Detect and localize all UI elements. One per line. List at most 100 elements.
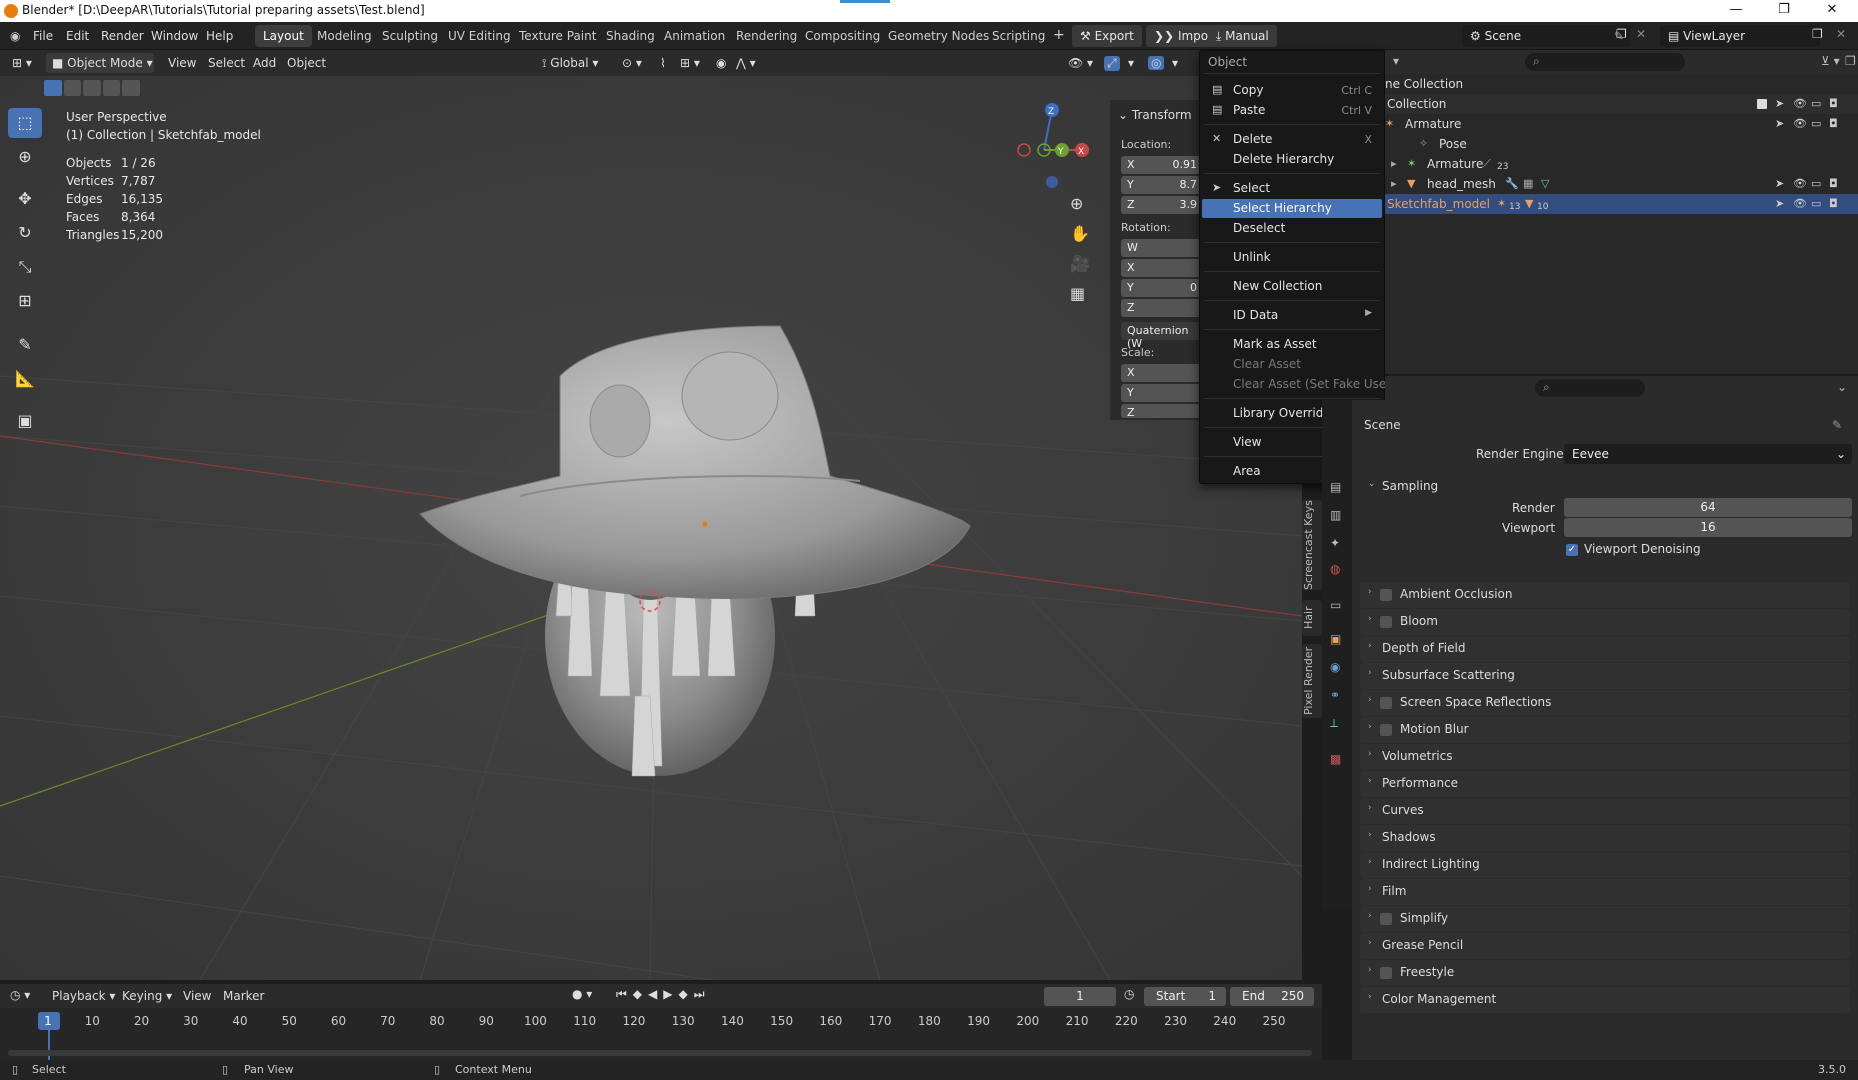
- 3d-viewport[interactable]: Z X Y ⊕ ✋ 🎥 ▦ User Perspective (1) Colle…: [0, 76, 1302, 980]
- snap-icon[interactable]: ⌇: [660, 56, 666, 70]
- scale-x-field[interactable]: X: [1121, 364, 1201, 382]
- proportional-edit-icon[interactable]: ◉: [716, 56, 726, 70]
- tab-layout[interactable]: Layout: [255, 25, 312, 47]
- menu-item-select-hierarchy[interactable]: Select Hierarchy: [1202, 199, 1382, 218]
- filter-icon[interactable]: ⊻ ▾: [1821, 54, 1840, 68]
- tab-animation[interactable]: Animation: [656, 25, 733, 47]
- ortho-grid-icon[interactable]: ▦: [1070, 284, 1085, 303]
- menu-select[interactable]: Select: [208, 56, 245, 70]
- panel-film[interactable]: › Film: [1360, 879, 1850, 905]
- outliner-row-pose[interactable]: ✧ Pose: [1385, 134, 1858, 154]
- panel-indirect-lighting[interactable]: › Indirect Lighting: [1360, 852, 1850, 878]
- panel-simplify[interactable]: › Simplify: [1360, 906, 1850, 932]
- tab-pixel-render[interactable]: Pixel Render: [1302, 644, 1322, 718]
- outliner-row-armature-data[interactable]: ▸ ✶ Armature ⟋ 23: [1385, 154, 1858, 174]
- expand-chevron-icon[interactable]: ▸: [1391, 177, 1397, 190]
- panel-ambient-occlusion[interactable]: › Ambient Occlusion: [1360, 582, 1850, 608]
- section-enable-checkbox[interactable]: [1380, 724, 1392, 736]
- menu-item-delete[interactable]: ✕ Delete X: [1202, 130, 1382, 149]
- scale-y-field[interactable]: Y: [1121, 384, 1201, 402]
- menu-timeline-view[interactable]: View: [183, 989, 211, 1003]
- rotation-y-field[interactable]: Y0: [1121, 279, 1201, 297]
- menu-item-deselect[interactable]: Deselect: [1202, 219, 1382, 238]
- tab-hair[interactable]: Hair: [1302, 600, 1322, 636]
- panel-performance[interactable]: › Performance: [1360, 771, 1850, 797]
- menu-item-copy[interactable]: ▤ Copy Ctrl C: [1202, 81, 1382, 100]
- menu-add[interactable]: Add: [253, 56, 276, 70]
- pan-hand-icon[interactable]: ✋: [1070, 224, 1090, 243]
- panel-color-management[interactable]: › Color Management: [1360, 987, 1850, 1013]
- delete-view-layer-icon[interactable]: ✕: [1836, 27, 1846, 41]
- panel-depth-of-field[interactable]: › Depth of Field: [1360, 636, 1850, 662]
- select-box-tool-icon[interactable]: ⬚: [8, 108, 42, 138]
- monitor-icon[interactable]: ▭: [1811, 197, 1821, 210]
- location-y-field[interactable]: Y 8.7: [1121, 176, 1201, 194]
- menu-marker[interactable]: Marker: [223, 989, 264, 1003]
- panel-freestyle[interactable]: › Freestyle: [1360, 960, 1850, 986]
- minimize-button[interactable]: —: [1716, 2, 1756, 17]
- eye-icon[interactable]: 👁: [1793, 117, 1807, 130]
- include-checkbox-icon[interactable]: [1757, 99, 1767, 109]
- blender-menu-icon[interactable]: ◉: [10, 29, 20, 43]
- export-button[interactable]: ⚒ Export: [1072, 25, 1142, 47]
- annotate-tool-icon[interactable]: ✎: [8, 330, 42, 360]
- outliner-row-sketchfab-model[interactable]: Sketchfab_model ✶ 13 ▼ 10 ➤ 👁 ▭ ◘: [1385, 194, 1858, 214]
- tab-modeling[interactable]: Modeling: [309, 25, 380, 47]
- select-new-icon[interactable]: [44, 80, 62, 96]
- current-frame-field[interactable]: 1: [1044, 987, 1116, 1006]
- rotation-x-field[interactable]: X: [1121, 259, 1201, 277]
- camera-icon[interactable]: ◘: [1829, 97, 1838, 110]
- eye-icon[interactable]: 👁: [1793, 197, 1807, 210]
- menu-playback[interactable]: Playback ▾: [52, 989, 115, 1003]
- end-frame-field[interactable]: End 250: [1230, 987, 1314, 1006]
- transform-tool-icon[interactable]: ⊞: [8, 286, 42, 316]
- tab-screencast-keys[interactable]: Screencast Keys: [1302, 500, 1322, 590]
- scale-z-field[interactable]: Z: [1121, 404, 1201, 419]
- new-collection-icon[interactable]: ❐: [1845, 54, 1856, 68]
- tab-modifiers-icon[interactable]: ◉: [1330, 660, 1340, 674]
- menu-view[interactable]: View: [168, 56, 196, 70]
- tab-rendering[interactable]: Rendering: [728, 25, 805, 47]
- pivot-icon[interactable]: ⊙ ▾: [622, 56, 642, 70]
- add-workspace-button[interactable]: +: [1045, 23, 1073, 45]
- outliner-editor-icon[interactable]: ▾: [1393, 54, 1399, 68]
- rotation-z-field[interactable]: Z: [1121, 299, 1201, 317]
- location-x-field[interactable]: X 0.91: [1121, 156, 1201, 174]
- move-tool-icon[interactable]: ✥: [8, 184, 42, 214]
- tab-shading[interactable]: Shading: [598, 25, 663, 47]
- outliner-row-scene-collection[interactable]: ne Collection: [1385, 74, 1858, 94]
- tab-geometry-nodes[interactable]: Geometry Nodes: [880, 25, 997, 47]
- monitor-icon[interactable]: ▭: [1811, 117, 1821, 130]
- render-engine-dropdown[interactable]: Eevee ⌄: [1564, 444, 1852, 464]
- tab-uv-editing[interactable]: UV Editing: [440, 25, 519, 47]
- tab-object-icon[interactable]: ▣: [1330, 632, 1341, 646]
- menu-window[interactable]: Window: [151, 29, 198, 43]
- scale-tool-icon[interactable]: ⤡: [8, 252, 42, 282]
- camera-icon[interactable]: ◘: [1829, 197, 1838, 210]
- expand-chevron-icon[interactable]: ▸: [1391, 157, 1397, 170]
- section-enable-checkbox[interactable]: [1380, 697, 1392, 709]
- tab-compositing[interactable]: Compositing: [797, 25, 888, 47]
- menu-file[interactable]: File: [33, 29, 53, 43]
- pin-icon[interactable]: ✎: [1832, 418, 1842, 432]
- panel-grease-pencil[interactable]: › Grease Pencil: [1360, 933, 1850, 959]
- select-intersect-icon[interactable]: [122, 80, 140, 96]
- select-arrow-icon[interactable]: ➤: [1775, 197, 1784, 210]
- menu-keying[interactable]: Keying ▾: [122, 989, 172, 1003]
- timeline-scrollbar[interactable]: [8, 1050, 1312, 1056]
- select-subtract-icon[interactable]: [83, 80, 101, 96]
- select-arrow-icon[interactable]: ➤: [1775, 97, 1784, 110]
- panel-screen-space-reflections[interactable]: › Screen Space Reflections: [1360, 690, 1850, 716]
- tab-constraints-icon[interactable]: ⚭: [1330, 688, 1340, 702]
- viewport-samples-field[interactable]: 16: [1564, 518, 1852, 537]
- select-arrow-icon[interactable]: ➤: [1775, 117, 1784, 130]
- select-invert-icon[interactable]: [102, 80, 121, 96]
- section-enable-checkbox[interactable]: [1380, 913, 1392, 925]
- overlay-dropdown-icon[interactable]: ▾: [1172, 56, 1178, 70]
- tab-data-icon[interactable]: ⟂: [1330, 716, 1338, 731]
- camera-icon[interactable]: ◘: [1829, 177, 1838, 190]
- delete-scene-icon[interactable]: ✕: [1636, 27, 1646, 41]
- menu-item-id-data[interactable]: ID Data ▶: [1202, 306, 1382, 325]
- panel-sampling[interactable]: ⌄ Sampling: [1360, 474, 1850, 500]
- scene-selector[interactable]: ⚙ Scene ✎: [1462, 25, 1630, 47]
